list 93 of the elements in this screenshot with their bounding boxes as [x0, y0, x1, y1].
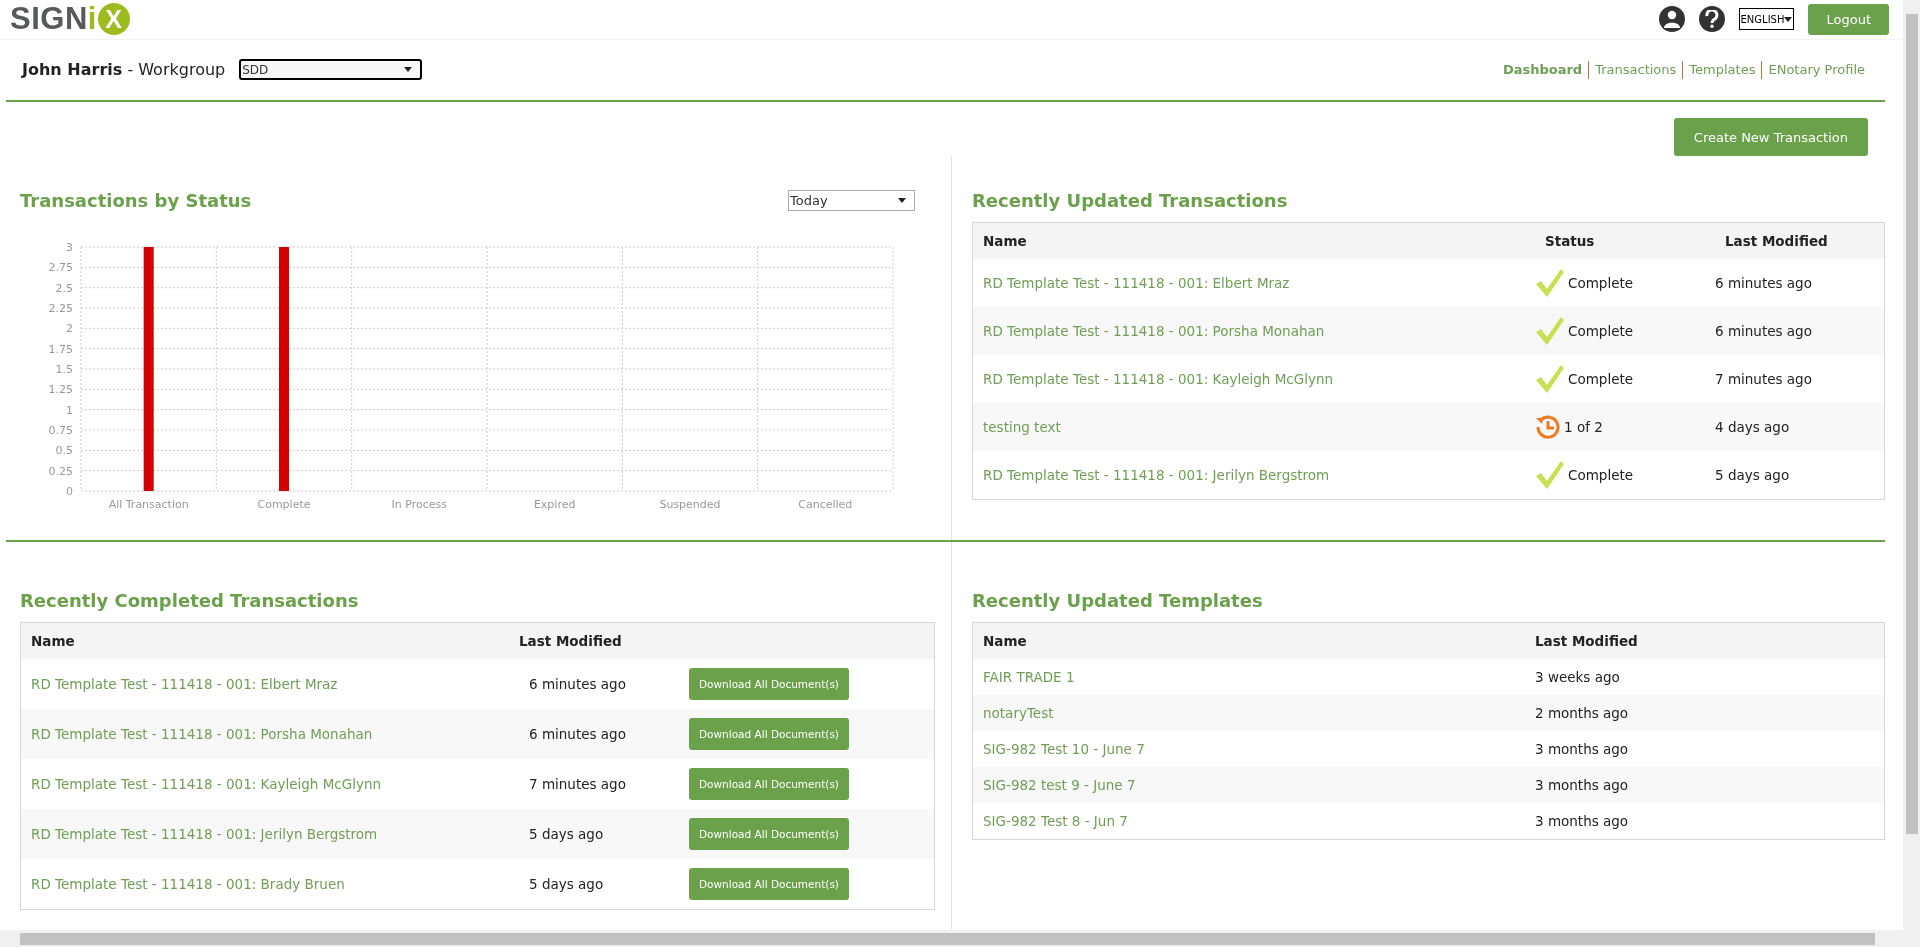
download-button[interactable]: Download All Document(s) [689, 768, 849, 800]
table-cell-text: 6 minutes ago [529, 676, 627, 692]
axis-category-label: In Process [391, 498, 448, 511]
status-text: Complete [1568, 275, 1634, 291]
download-button[interactable]: Download All Document(s) [689, 668, 849, 700]
column-header: Name [983, 633, 1028, 649]
axis-tick-label: 0.25 [48, 464, 73, 478]
nav-link[interactable]: Templates [1689, 62, 1756, 78]
section-title: Transactions by Status [20, 189, 252, 211]
section-title: Recently Completed Transactions [20, 589, 359, 611]
transaction-link[interactable]: RD Template Test - 111418 - 001: Jerilyn Bergstrom [31, 826, 529, 842]
transaction-link[interactable]: RD Template Test - 111418 - 001: Kayleigh McGlynn [983, 371, 1535, 387]
axis-tick-label: 0 [66, 485, 73, 498]
create-transaction-button[interactable]: Create New Transaction [1673, 118, 1868, 156]
transaction-link[interactable]: RD Template Test - 111418 - 001: Kayleigh McGlynn [31, 776, 529, 792]
download-button[interactable]: Download All Document(s) [689, 818, 849, 850]
axis-tick-label: 3 [66, 241, 73, 254]
nav-link[interactable]: ENotary Profile [1768, 62, 1865, 78]
caret-icon [898, 197, 906, 203]
logo[interactable]: SIGNi X [10, 1, 130, 38]
axis-tick-label: 0.5 [55, 444, 73, 458]
template-link[interactable]: FAIR TRADE 1 [983, 669, 1535, 685]
status-text: Complete [1568, 371, 1634, 387]
column-header: Last Modified [1535, 633, 1639, 649]
column-header: Name [31, 633, 76, 649]
template-link[interactable]: SIG-982 Test 10 - June 7 [983, 741, 1535, 757]
help-icon[interactable] [1698, 6, 1725, 33]
transaction-link[interactable]: RD Template Test - 111418 - 001: Elbert Mraz [983, 275, 1535, 291]
download-button[interactable]: Download All Document(s) [689, 718, 849, 750]
template-link[interactable]: notaryTest [983, 705, 1535, 721]
table-cell-text: 6 minutes ago [1715, 323, 1813, 339]
table-cell-text: 5 days ago [1715, 467, 1791, 483]
vertical-scrollbar[interactable] [1903, 0, 1920, 930]
transaction-link[interactable]: RD Template Test - 111418 - 001: Porsha Monahan [983, 323, 1535, 339]
caret-icon [404, 67, 413, 73]
column-header: Last Modified [1725, 233, 1829, 249]
table-cell-text: 2 months ago [1535, 705, 1630, 721]
template-link[interactable]: SIG-982 Test 8 - Jun 7 [983, 813, 1535, 829]
axis-category-label: Cancelled [798, 498, 853, 511]
transaction-link[interactable]: RD Template Test - 111418 - 001: Porsha Monahan [31, 726, 529, 742]
axis-tick-label: 1 [66, 403, 73, 417]
axis-tick-label: 1.75 [48, 342, 73, 356]
user-name: John Harris - Workgroup [22, 60, 226, 80]
column-header: Name [983, 233, 1028, 249]
status-text: 1 of 2 [1564, 419, 1603, 435]
axis-tick-label: 2.5 [55, 281, 73, 295]
axis-category-label: All Transaction [108, 498, 189, 511]
transaction-link[interactable]: RD Template Test - 111418 - 001: Brady Bruen [31, 876, 529, 892]
table-cell-text: 5 days ago [529, 826, 605, 842]
table-cell-text: 6 minutes ago [529, 726, 627, 742]
nav-link[interactable]: Transactions [1595, 62, 1677, 78]
user-profile-icon[interactable] [1658, 6, 1685, 33]
axis-tick-label: 2.75 [48, 261, 73, 275]
axis-tick-label: 0.75 [48, 424, 73, 437]
checkmark-icon [1535, 267, 1565, 299]
table-cell-text: 7 minutes ago [1715, 371, 1813, 387]
table-cell-text: 3 months ago [1535, 813, 1630, 829]
horizontal-scrollbar[interactable] [0, 930, 1920, 947]
template-link[interactable]: SIG-982 test 9 - June 7 [983, 777, 1535, 793]
nav-link[interactable]: Dashboard [1502, 62, 1583, 78]
caret-icon [1784, 16, 1793, 22]
table-cell-text: 4 days ago [1715, 419, 1791, 435]
checkmark-icon [1535, 459, 1565, 491]
status-text: Complete [1568, 323, 1634, 339]
language-select[interactable]: ENGLISH [1738, 8, 1795, 31]
column-header: Last Modified [519, 633, 623, 649]
column-header: Status [1545, 233, 1596, 249]
transaction-link[interactable]: testing text [983, 419, 1535, 435]
section-title: Recently Updated Templates [972, 589, 1263, 611]
axis-category-label: Suspended [659, 498, 721, 511]
axis-category-label: Complete [257, 498, 311, 511]
table-cell-text: 3 months ago [1535, 777, 1630, 793]
table-cell-text: 7 minutes ago [529, 776, 627, 792]
checkmark-icon [1535, 363, 1565, 395]
axis-category-label: Expired [533, 498, 576, 511]
status-text: Complete [1568, 467, 1634, 483]
download-button[interactable]: Download All Document(s) [689, 868, 849, 900]
clock-icon [1535, 414, 1561, 440]
axis-tick-label: 2 [66, 322, 73, 336]
table-cell-text: 6 minutes ago [1715, 275, 1813, 291]
axis-tick-label: 1.25 [48, 383, 73, 397]
logout-button[interactable]: Logout [1808, 3, 1889, 35]
table-cell-text: 3 weeks ago [1535, 669, 1621, 685]
table-cell-text: 5 days ago [529, 876, 605, 892]
axis-tick-label: 1.5 [55, 363, 73, 376]
transaction-link[interactable]: RD Template Test - 111418 - 001: Jerilyn Bergstrom [983, 467, 1535, 483]
transaction-link[interactable]: RD Template Test - 111418 - 001: Elbert Mraz [31, 676, 529, 692]
checkmark-icon [1535, 315, 1565, 347]
workgroup-select[interactable]: SDD [239, 59, 423, 81]
axis-tick-label: 2.25 [48, 302, 73, 315]
period-select[interactable]: Today [788, 189, 915, 211]
section-title: Recently Updated Transactions [972, 189, 1288, 211]
table-cell-text: 3 months ago [1535, 741, 1630, 757]
